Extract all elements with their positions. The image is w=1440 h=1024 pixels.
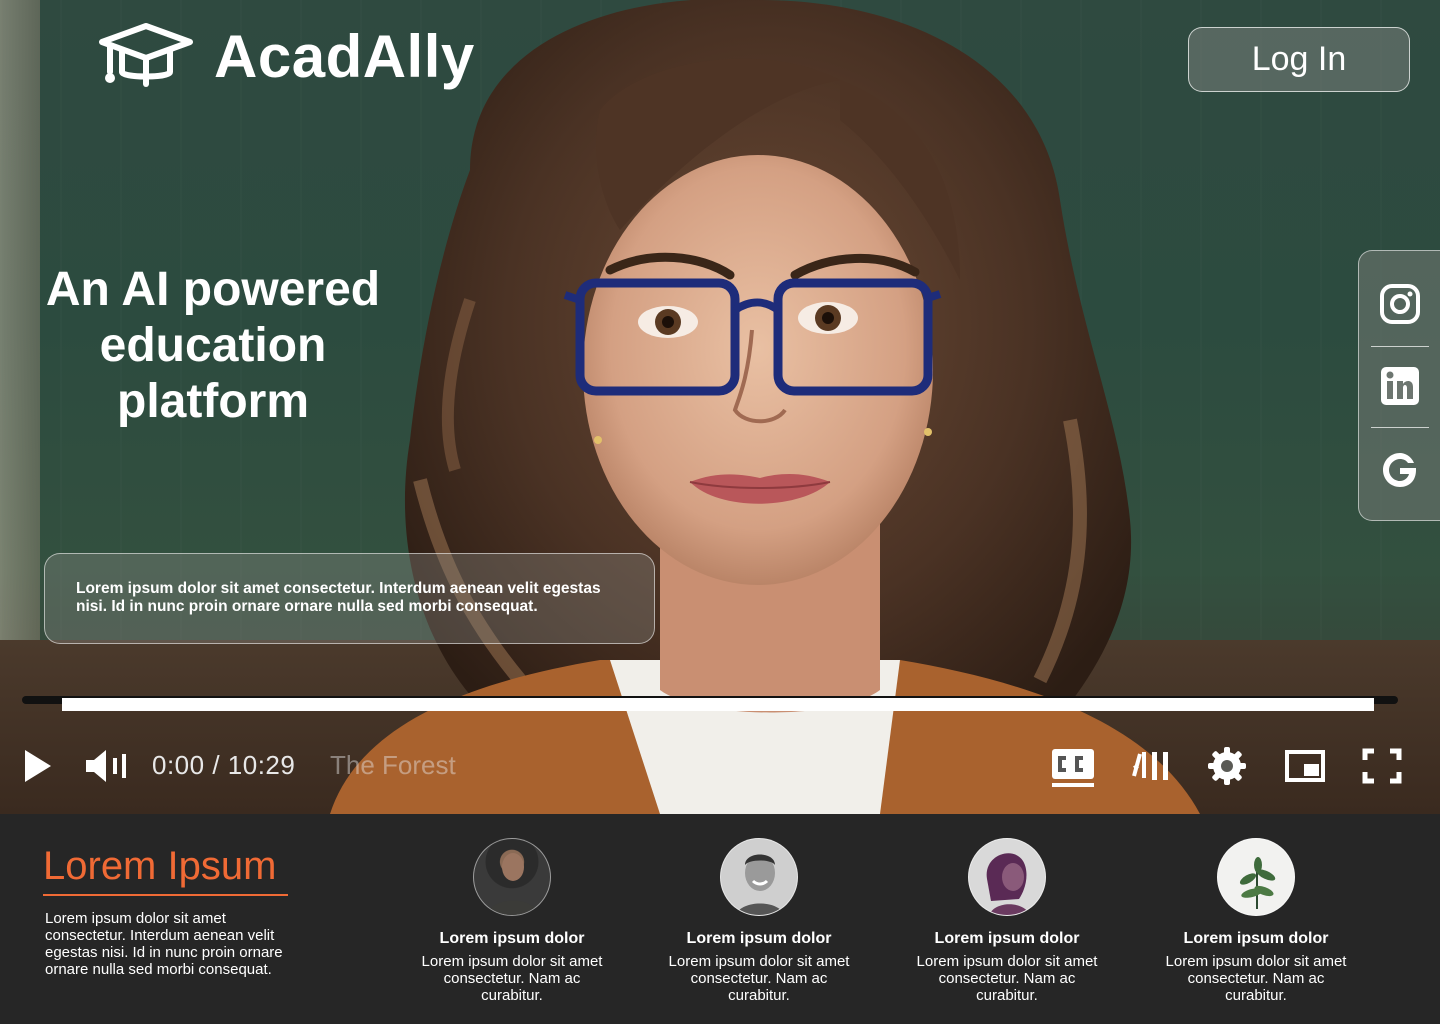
testimonial-card[interactable]: Lorem ipsum dolor Lorem ipsum dolor sit … [907,838,1107,1004]
card-text: Lorem ipsum dolor sit amet consectetur. … [421,953,603,1004]
social-divider [1371,346,1429,347]
card-title: Lorem ipsum dolor [934,930,1080,947]
headline-line-2: education [99,319,327,372]
footer: Lorem Ipsum Lorem ipsum dolor sit amet c… [0,814,1440,1024]
hero-video[interactable]: AcadAlly Log In An AI powered education … [0,0,1440,814]
google-icon[interactable] [1379,449,1421,491]
graduation-cap-icon [99,23,193,87]
card-text: Lorem ipsum dolor sit amet consectetur. … [916,953,1098,1004]
avatar [1217,838,1295,916]
captions-icon[interactable] [1050,740,1096,792]
linkedin-icon[interactable] [1379,365,1421,407]
footer-text: Lorem ipsum dolor sit amet consectetur. … [45,910,283,978]
testimonial-card[interactable]: Lorem ipsum dolor Lorem ipsum dolor sit … [659,838,859,1004]
autoplay-icon[interactable] [1130,740,1172,792]
login-button[interactable]: Log In [1188,27,1410,92]
settings-icon[interactable] [1206,740,1248,792]
card-title: Lorem ipsum dolor [686,930,832,947]
card-text: Lorem ipsum dolor sit amet consectetur. … [668,953,850,1004]
social-divider [1371,427,1429,428]
play-icon[interactable] [22,740,54,792]
brand-name: AcadAlly [214,23,475,90]
avatar [968,838,1046,916]
footer-title: Lorem Ipsum [43,844,277,888]
miniplayer-icon[interactable] [1284,740,1326,792]
hero-description: Lorem ipsum dolor sit amet consectetur. … [44,553,655,644]
video-title: The Forest [330,750,456,780]
social-links [1358,250,1440,521]
fullscreen-icon[interactable] [1362,740,1402,792]
video-time: 0:00 / 10:29 [152,750,296,780]
testimonial-card[interactable]: Lorem ipsum dolor Lorem ipsum dolor sit … [1156,838,1356,1004]
avatar [720,838,798,916]
brand-logo[interactable]: AcadAlly [96,22,475,92]
avatar [473,838,551,916]
instagram-icon[interactable] [1379,283,1421,325]
headline-line-3: platform [117,375,309,428]
testimonial-card[interactable]: Lorem ipsum dolor Lorem ipsum dolor sit … [412,838,612,1004]
video-progress-bar[interactable] [62,698,1374,711]
card-title: Lorem ipsum dolor [1183,930,1329,947]
footer-title-underline [43,894,288,896]
volume-icon[interactable] [84,740,132,792]
card-text: Lorem ipsum dolor sit amet consectetur. … [1165,953,1347,1004]
card-title: Lorem ipsum dolor [439,930,585,947]
hero-headline: An AI powered education platform [30,262,396,430]
headline-line-1: An AI powered [45,263,381,316]
